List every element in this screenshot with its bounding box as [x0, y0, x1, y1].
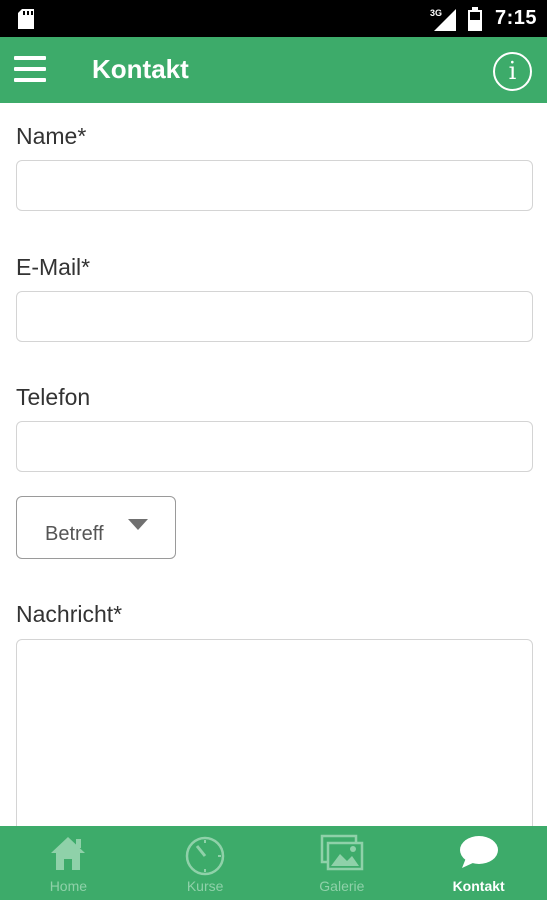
message-label: Nachricht* — [16, 601, 123, 627]
status-bar: 3G 7:15 — [0, 0, 547, 37]
chat-bubble-icon — [458, 834, 500, 877]
message-field[interactable] — [16, 639, 533, 839]
bottom-navigation: Home Kurse Galerie Kontakt — [0, 826, 547, 900]
caret-down-icon — [128, 519, 148, 530]
sd-card-icon — [18, 9, 34, 34]
timer-icon — [183, 834, 227, 881]
name-label: Name* — [16, 123, 87, 149]
signal-icon: 3G — [430, 7, 456, 36]
phone-label: Telefon — [16, 384, 91, 410]
gallery-icon — [320, 834, 364, 877]
email-field[interactable] — [16, 291, 533, 342]
subject-select-value: Betreff — [45, 523, 104, 545]
phone-field[interactable] — [16, 421, 533, 472]
page-title: Kontakt — [92, 54, 189, 84]
info-icon[interactable]: i — [493, 52, 532, 91]
nav-item-galerie[interactable]: Galerie — [274, 826, 411, 900]
nav-label-galerie: Galerie — [319, 878, 365, 894]
nav-item-home[interactable]: Home — [0, 826, 137, 900]
nav-item-kontakt[interactable]: Kontakt — [410, 826, 547, 900]
home-icon — [48, 834, 88, 877]
status-clock: 7:15 — [495, 7, 538, 29]
battery-icon — [468, 7, 482, 36]
network-type-label: 3G — [430, 8, 442, 18]
nav-item-kurse[interactable]: Kurse — [137, 826, 274, 900]
nav-label-home: Home — [49, 878, 88, 894]
hamburger-menu-icon[interactable] — [14, 56, 48, 84]
nav-label-kurse: Kurse — [186, 878, 224, 894]
app-bar: Kontakt i — [0, 37, 547, 103]
subject-select[interactable]: Betreff — [16, 496, 176, 559]
email-label: E-Mail* — [16, 254, 91, 280]
nav-label-kontakt: Kontakt — [452, 878, 505, 894]
name-field[interactable] — [16, 160, 533, 211]
